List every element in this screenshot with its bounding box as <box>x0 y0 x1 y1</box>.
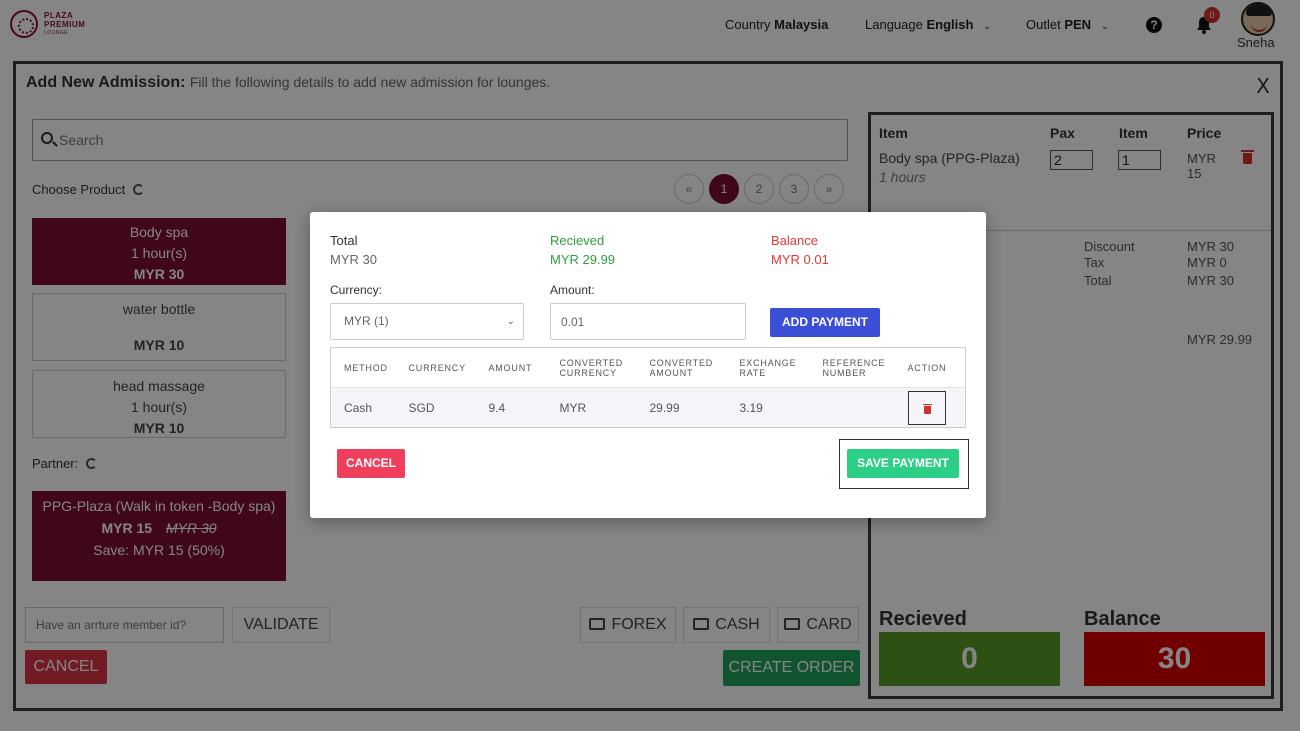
modal-total-label: Total <box>330 233 358 248</box>
col-currency: CURRENCY <box>408 362 466 373</box>
modal-received-label: Recieved <box>550 233 605 248</box>
cell-amount: 9.4 <box>480 387 552 428</box>
amount-label: Amount: <box>550 283 595 297</box>
currency-select[interactable]: MYR (1) ⌄ <box>330 303 524 340</box>
save-payment-button[interactable]: SAVE PAYMENT <box>847 449 959 478</box>
cell-converted-currency: MYR <box>551 387 642 428</box>
currency-label: Currency: <box>330 283 383 297</box>
cell-action <box>899 387 966 428</box>
modal-balance-label: Balance <box>771 233 818 248</box>
table-row: Cash SGD 9.4 MYR 29.99 3.19 <box>330 387 966 428</box>
trash-icon <box>922 403 932 414</box>
modal-total-value: MYR 30 <box>330 252 377 267</box>
payments-table: METHOD CURRENCY AMOUNT CONVERTED CURRENC… <box>330 347 966 428</box>
col-method: METHOD <box>344 362 388 373</box>
col-converted-amount: CONVERTED AMOUNT <box>649 357 714 378</box>
col-reference-number: REFERENCE NUMBER <box>822 357 886 378</box>
modal-balance-value: MYR 0.01 <box>771 252 829 267</box>
amount-input[interactable] <box>550 303 746 340</box>
col-action: ACTION <box>907 362 947 373</box>
modal-received-value: MYR 29.99 <box>550 252 616 267</box>
add-payment-button[interactable]: ADD PAYMENT <box>770 308 880 337</box>
modal-cancel-button[interactable]: CANCEL <box>337 449 405 478</box>
col-amount: AMOUNT <box>488 362 533 373</box>
payment-modal: Total MYR 30 Recieved MYR 29.99 Balance … <box>310 212 986 518</box>
col-exchange-rate: EXCHANGE RATE <box>739 357 797 378</box>
cell-currency: SGD <box>400 387 481 428</box>
cell-reference <box>814 387 900 428</box>
currency-value: MYR (1) <box>344 314 389 328</box>
col-converted-currency: CONVERTED CURRENCY <box>559 357 624 378</box>
table-header-row: METHOD CURRENCY AMOUNT CONVERTED CURRENC… <box>331 348 966 388</box>
delete-payment-button[interactable] <box>907 390 946 425</box>
chevron-down-icon: ⌄ <box>506 316 515 327</box>
cell-method: Cash <box>330 387 401 428</box>
cell-converted-amount: 29.99 <box>641 387 732 428</box>
cell-exchange-rate: 3.19 <box>731 387 815 428</box>
